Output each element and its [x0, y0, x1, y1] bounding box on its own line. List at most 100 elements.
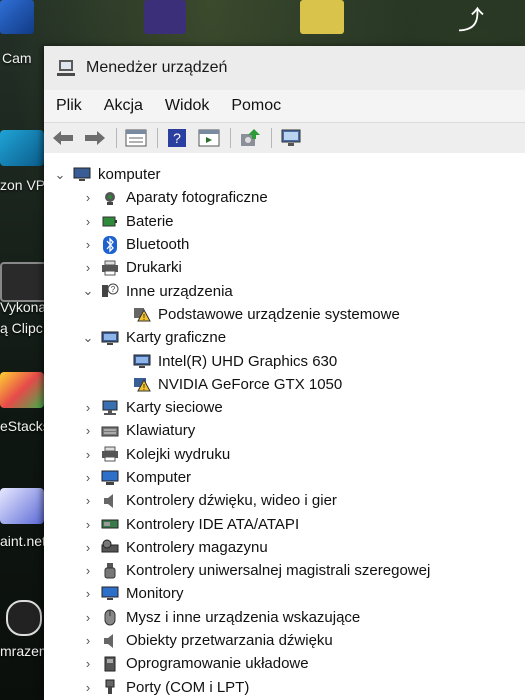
desktop-media-icon[interactable]: [6, 600, 42, 636]
tree-item-label: Karty sieciowe: [126, 399, 223, 417]
desktop-label[interactable]: eStacks: [0, 418, 50, 434]
tree-item-print-queues[interactable]: › Kolejki wydruku: [44, 443, 525, 466]
svg-text:!: !: [143, 313, 145, 322]
help-icon[interactable]: ?: [164, 127, 190, 149]
chevron-down-icon[interactable]: ⌄: [80, 283, 96, 299]
chevron-right-icon[interactable]: ›: [80, 586, 96, 601]
chevron-right-icon[interactable]: ›: [80, 470, 96, 485]
desktop-label[interactable]: Vykona: [0, 299, 46, 315]
paint-net-icon[interactable]: [0, 488, 44, 524]
chevron-right-icon[interactable]: ›: [80, 610, 96, 625]
forward-icon[interactable]: [82, 127, 108, 149]
tree-item-label: Kolejki wydruku: [126, 445, 231, 463]
chevron-right-icon[interactable]: ›: [80, 633, 96, 648]
desktop-audio-app-icon[interactable]: [144, 0, 186, 34]
usb-icon: [100, 562, 120, 579]
monitor-icon: [100, 586, 120, 602]
chevron-right-icon[interactable]: ›: [80, 423, 96, 438]
tree-item-label: Klawiatury: [126, 422, 196, 440]
tree-item-monitors[interactable]: › Monitory: [44, 582, 525, 605]
mouse-icon: [100, 609, 120, 626]
desktop-shortcut-icon[interactable]: ⤴: [458, 0, 498, 35]
desktop-label[interactable]: aint.net: [0, 533, 46, 549]
tree-item-batteries[interactable]: › Baterie: [44, 210, 525, 233]
desktop-label[interactable]: ą Clipc: [0, 320, 43, 336]
tree-item-label: Intel(R) UHD Graphics 630: [158, 352, 338, 370]
tree-item-network-adapters[interactable]: › Karty sieciowe: [44, 396, 525, 419]
battery-icon: [100, 213, 120, 229]
tree-item-storage-controllers[interactable]: › Kontrolery magazynu: [44, 536, 525, 559]
chevron-right-icon[interactable]: ›: [80, 656, 96, 671]
tree-item-label: Aparaty fotograficzne: [126, 189, 268, 207]
scan-hardware-icon[interactable]: [278, 127, 304, 149]
chevron-down-icon[interactable]: ⌄: [80, 330, 96, 346]
tree-item-label: Kontrolery magazynu: [126, 538, 268, 556]
tree-item-ports[interactable]: › Porty (COM i LPT): [44, 676, 525, 699]
chevron-right-icon[interactable]: ›: [80, 540, 96, 555]
window-title: Menedżer urządzeń: [86, 59, 228, 76]
tree-child-intel-gpu[interactable]: Intel(R) UHD Graphics 630: [44, 349, 525, 372]
bluestacks-icon[interactable]: [0, 372, 44, 408]
tree-item-firmware[interactable]: › Oprogramowanie układowe: [44, 652, 525, 675]
bluetooth-icon: [100, 235, 120, 254]
update-driver-icon[interactable]: [237, 127, 263, 149]
details-view-icon[interactable]: [196, 127, 222, 149]
svg-text:?: ?: [173, 130, 181, 146]
chevron-right-icon[interactable]: ›: [80, 400, 96, 415]
desktop-folder-icon[interactable]: [300, 0, 344, 34]
tree-item-computer[interactable]: › Komputer: [44, 466, 525, 489]
chevron-right-icon[interactable]: ›: [80, 237, 96, 252]
chevron-right-icon[interactable]: ›: [80, 214, 96, 229]
tree-item-ide-controllers[interactable]: › Kontrolery IDE ATA/ATAPI: [44, 512, 525, 535]
title-bar[interactable]: Menedżer urządzeń: [44, 46, 525, 90]
menu-help[interactable]: Pomoc: [231, 97, 281, 115]
properties-view-icon[interactable]: [123, 127, 149, 149]
tree-item-label: Baterie: [126, 212, 174, 230]
back-icon[interactable]: [50, 127, 76, 149]
tree-item-keyboards[interactable]: › Klawiatury: [44, 419, 525, 442]
tree-child-nvidia-gpu[interactable]: ! NVIDIA GeForce GTX 1050: [44, 373, 525, 396]
port-icon: [100, 679, 120, 695]
chevron-right-icon[interactable]: ›: [80, 563, 96, 578]
device-manager-window: Menedżer urządzeń Plik Akcja Widok Pomoc…: [44, 46, 525, 700]
tree-item-cameras[interactable]: › Aparaty fotograficzne: [44, 186, 525, 209]
tree-item-usb-controllers[interactable]: › Kontrolery uniwersalnej magistrali sze…: [44, 559, 525, 582]
chevron-right-icon[interactable]: ›: [80, 680, 96, 695]
tree-item-printers[interactable]: › Drukarki: [44, 256, 525, 279]
tree-root[interactable]: ⌄ komputer: [44, 163, 525, 186]
tree-child-system-device[interactable]: ! Podstawowe urządzenie systemowe: [44, 303, 525, 326]
toolbar-separator: [116, 128, 117, 148]
desktop-app-icon-1[interactable]: [0, 0, 34, 34]
chevron-right-icon[interactable]: ›: [80, 493, 96, 508]
tree-item-label: Inne urządzenia: [126, 282, 233, 300]
tree-item-other-devices[interactable]: ⌄ ? Inne urządzenia: [44, 279, 525, 302]
tree-item-display-adapters[interactable]: ⌄ Karty graficzne: [44, 326, 525, 349]
tree-item-sound-controllers[interactable]: › Kontrolery dźwięku, wideo i gier: [44, 489, 525, 512]
device-tree: ⌄ komputer › Aparaty fotograficzne › Bat…: [44, 153, 525, 700]
desktop-label[interactable]: Cam: [2, 50, 32, 66]
tree-item-audio-processing[interactable]: › Obiekty przetwarzania dźwięku: [44, 629, 525, 652]
tree-item-label: Kontrolery IDE ATA/ATAPI: [126, 515, 300, 533]
chevron-right-icon[interactable]: ›: [80, 447, 96, 462]
chevron-down-icon[interactable]: ⌄: [52, 167, 68, 183]
tree-item-bluetooth[interactable]: › Bluetooth: [44, 233, 525, 256]
menu-file[interactable]: Plik: [56, 97, 82, 115]
device-manager-app-icon: [57, 60, 75, 76]
desktop-clip-app-icon[interactable]: [0, 262, 48, 302]
menu-bar: Plik Akcja Widok Pomoc: [44, 90, 525, 123]
tree-item-label: Drukarki: [126, 259, 182, 277]
desktop-label[interactable]: zon VP: [0, 177, 45, 193]
chevron-right-icon[interactable]: ›: [80, 260, 96, 275]
menu-action[interactable]: Akcja: [104, 97, 143, 115]
toolbar-separator: [157, 128, 158, 148]
tree-item-mice[interactable]: › Mysz i inne urządzenia wskazujące: [44, 606, 525, 629]
display-adapter-icon: [100, 330, 120, 346]
tree-root-label: komputer: [98, 166, 161, 184]
speaker-icon: [100, 493, 120, 509]
chevron-right-icon[interactable]: ›: [80, 517, 96, 532]
menu-view[interactable]: Widok: [165, 97, 209, 115]
chevron-right-icon[interactable]: ›: [80, 190, 96, 205]
desktop-label[interactable]: mrazem: [0, 643, 51, 659]
desktop-vpn-icon[interactable]: [0, 130, 44, 166]
tree-item-label: Karty graficzne: [126, 329, 227, 347]
